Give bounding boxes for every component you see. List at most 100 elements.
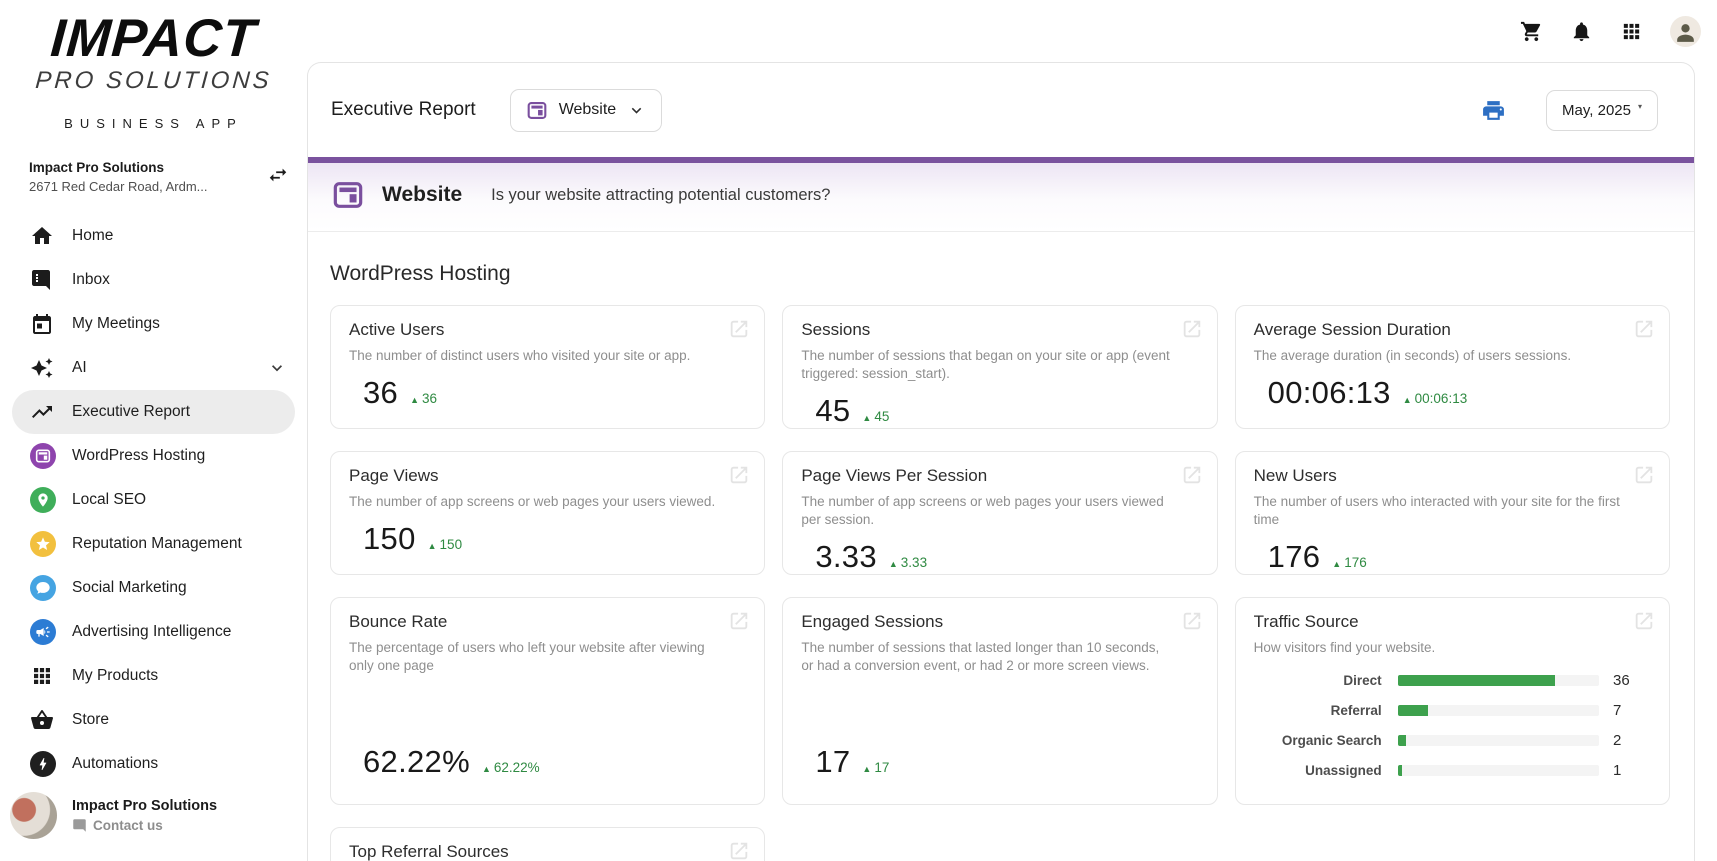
metric-value: 62.22% xyxy=(363,744,470,780)
sidebar-item-wordpress-hosting[interactable]: WordPress Hosting xyxy=(0,434,307,478)
metric-card-new-users: New Users The number of users who interac… xyxy=(1235,451,1670,575)
location-switcher-icon[interactable] xyxy=(267,164,289,186)
website-browser-icon xyxy=(526,100,548,121)
card-title: Traffic Source xyxy=(1254,612,1651,632)
metric-value: 00:06:13 xyxy=(1268,375,1391,411)
website-section-header: Website Is your website attracting poten… xyxy=(308,163,1694,232)
sidebar-item-my-meetings[interactable]: My Meetings xyxy=(0,302,307,346)
metric-value-row: 62.22%▲62.22% xyxy=(363,744,746,780)
footer-business-name: Impact Pro Solutions xyxy=(72,798,217,814)
browser-icon xyxy=(30,443,56,469)
panel-header: Executive Report Website May, 2025 ▾ xyxy=(308,63,1694,157)
main-area: Executive Report Website May, 2025 ▾ xyxy=(307,0,1717,861)
metric-delta-value: 45 xyxy=(874,409,889,424)
card-description: The number of users who interacted with … xyxy=(1254,493,1651,529)
business-avatar[interactable] xyxy=(10,792,57,839)
open-in-new-icon[interactable] xyxy=(1633,464,1655,486)
sidebar-item-ai[interactable]: AI xyxy=(0,346,307,390)
metric-delta: ▲17 xyxy=(862,760,889,775)
sidebar-item-label: Reputation Management xyxy=(72,535,242,553)
metric-delta: ▲176 xyxy=(1332,555,1366,570)
sidebar-item-home[interactable]: Home xyxy=(0,214,307,258)
card-title: New Users xyxy=(1254,466,1651,486)
metric-card-traffic-source: Traffic SourceHow visitors find your web… xyxy=(1235,597,1670,805)
apps-grid-icon[interactable] xyxy=(1620,20,1643,43)
date-dropdown-label: May, 2025 xyxy=(1562,102,1631,119)
logo-secondary-text: PRO SOLUTIONS xyxy=(0,69,308,93)
print-icon[interactable] xyxy=(1481,98,1506,123)
sidebar-item-social-marketing[interactable]: Social Marketing xyxy=(0,566,307,610)
star-icon xyxy=(30,531,56,557)
comment-icon xyxy=(72,818,87,833)
metric-delta-value: 00:06:13 xyxy=(1415,391,1468,406)
date-dropdown[interactable]: May, 2025 ▾ xyxy=(1546,90,1658,131)
sidebar-item-automations[interactable]: Automations xyxy=(0,742,307,786)
open-in-new-icon[interactable] xyxy=(728,318,750,340)
sidebar-item-my-products[interactable]: My Products xyxy=(0,654,307,698)
open-in-new-icon[interactable] xyxy=(1181,318,1203,340)
page-title: Executive Report xyxy=(331,99,476,121)
card-title: Engaged Sessions xyxy=(801,612,1198,632)
card-title: Page Views xyxy=(349,466,746,486)
traffic-source-bar-fill xyxy=(1398,735,1407,746)
sidebar-item-label: Executive Report xyxy=(72,403,190,421)
report-group-title: WordPress Hosting xyxy=(330,262,1670,286)
metric-delta: ▲3.33 xyxy=(889,555,927,570)
open-in-new-icon[interactable] xyxy=(728,464,750,486)
metric-delta-value: 176 xyxy=(1344,555,1367,570)
open-in-new-icon[interactable] xyxy=(728,840,750,861)
metric-card-engaged-sessions: Engaged SessionsThe number of sessions t… xyxy=(782,597,1217,805)
caret-down-icon: ▾ xyxy=(1638,102,1642,111)
sidebar-item-store[interactable]: Store xyxy=(0,698,307,742)
sidebar-item-reputation-management[interactable]: Reputation Management xyxy=(0,522,307,566)
card-description: The average duration (in seconds) of use… xyxy=(1254,347,1651,365)
open-in-new-icon[interactable] xyxy=(1181,464,1203,486)
megaphone-icon xyxy=(30,619,56,645)
sidebar-item-label: Local SEO xyxy=(72,491,146,509)
sidebar-item-label: Store xyxy=(72,711,109,729)
sidebar-item-inbox[interactable]: Inbox xyxy=(0,258,307,302)
sidebar-item-advertising-intelligence[interactable]: Advertising Intelligence xyxy=(0,610,307,654)
user-avatar[interactable] xyxy=(1670,16,1701,47)
section-dropdown[interactable]: Website xyxy=(510,89,663,132)
up-arrow-icon: ▲ xyxy=(482,764,491,774)
report-panel: Executive Report Website May, 2025 ▾ xyxy=(307,62,1695,861)
sidebar-item-executive-report[interactable]: Executive Report xyxy=(12,390,295,434)
chat-icon xyxy=(30,268,54,292)
sidebar-item-label: Home xyxy=(72,227,113,245)
home-icon xyxy=(30,224,54,248)
up-arrow-icon: ▲ xyxy=(410,395,419,405)
card-title: Page Views Per Session xyxy=(801,466,1198,486)
open-in-new-icon[interactable] xyxy=(1633,610,1655,632)
bolt-icon xyxy=(30,751,56,777)
chevron-down-icon xyxy=(627,101,646,120)
traffic-source-row-organic-search: Organic Search2 xyxy=(1254,732,1651,749)
contact-us-link[interactable]: Contact us xyxy=(72,818,217,833)
open-in-new-icon[interactable] xyxy=(728,610,750,632)
traffic-source-row-unassigned: Unassigned1 xyxy=(1254,762,1651,779)
card-description: The number of app screens or web pages y… xyxy=(349,493,746,511)
sidebar-item-label: My Products xyxy=(72,667,158,685)
card-title: Active Users xyxy=(349,320,746,340)
notifications-bell-icon[interactable] xyxy=(1570,20,1593,43)
cart-icon[interactable] xyxy=(1520,20,1543,43)
traffic-source-chart: Direct36Referral7Organic Search2Unassign… xyxy=(1254,672,1651,779)
open-in-new-icon[interactable] xyxy=(1181,610,1203,632)
traffic-source-value: 1 xyxy=(1613,762,1651,779)
topbar xyxy=(307,0,1717,62)
metric-value-row: 17▲17 xyxy=(815,744,1198,780)
up-arrow-icon: ▲ xyxy=(428,541,437,551)
sidebar-item-label: Social Marketing xyxy=(72,579,187,597)
metric-card-active-users: Active UsersThe number of distinct users… xyxy=(330,305,765,429)
traffic-source-label: Direct xyxy=(1254,673,1382,688)
brand-logo: IMPACT PRO SOLUTIONS BUSINESS APP xyxy=(0,12,307,130)
sidebar-footer: Impact Pro Solutions Contact us xyxy=(10,792,217,839)
up-arrow-icon: ▲ xyxy=(862,764,871,774)
card-title: Bounce Rate xyxy=(349,612,746,632)
sidebar-item-local-seo[interactable]: Local SEO xyxy=(0,478,307,522)
website-section-subtitle: Is your website attracting potential cus… xyxy=(491,186,830,205)
open-in-new-icon[interactable] xyxy=(1633,318,1655,340)
bubble-icon xyxy=(30,575,56,601)
pin-icon xyxy=(30,487,56,513)
metric-value-row: 00:06:13▲00:06:13 xyxy=(1268,375,1651,411)
